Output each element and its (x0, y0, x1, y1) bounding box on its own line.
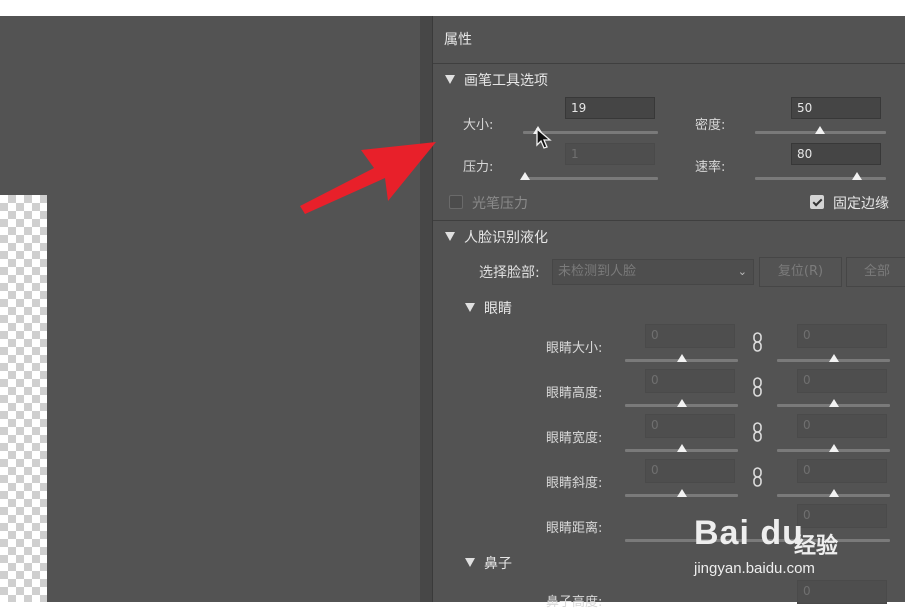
eye-height-label: 眼睛高度: (546, 386, 603, 401)
canvas-area[interactable] (0, 16, 420, 602)
chain-link-icon[interactable] (751, 467, 765, 487)
chain-link-icon[interactable] (751, 422, 765, 442)
separator (433, 63, 905, 64)
density-label: 密度: (695, 118, 726, 133)
pressure-slider-track[interactable] (523, 177, 658, 180)
triangle-down-icon (465, 303, 475, 312)
nose-height-label: 鼻子高度: (546, 595, 603, 610)
face-liquify-header[interactable]: 人脸识别液化 (445, 227, 548, 247)
rate-slider-track[interactable] (755, 177, 886, 180)
density-slider-thumb[interactable] (815, 126, 825, 134)
eye-size-label: 眼睛大小: (546, 341, 603, 356)
eye-tilt-left-thumb[interactable] (677, 489, 687, 497)
select-face-dropdown[interactable]: 未检测到人脸 ⌄ (552, 259, 754, 285)
face-liquify-title: 人脸识别液化 (464, 230, 548, 246)
eye-size-left-thumb[interactable] (677, 354, 687, 362)
mouse-pointer-icon (536, 128, 552, 149)
eye-size-right-thumb[interactable] (829, 354, 839, 362)
chain-link-icon[interactable] (751, 377, 765, 397)
stylus-pressure-label: 光笔压力 (472, 196, 528, 212)
eye-height-right-field[interactable]: 0 (797, 369, 887, 393)
panel-title[interactable]: 属性 (433, 26, 472, 54)
all-button[interactable]: 全部 (846, 257, 905, 287)
pressure-slider-thumb[interactable] (520, 172, 530, 180)
pin-edges-label: 固定边缘 (833, 196, 889, 212)
eye-width-right-thumb[interactable] (829, 444, 839, 452)
chevron-down-icon: ⌄ (737, 265, 747, 278)
eyes-title: 眼睛 (484, 301, 512, 317)
watermark-cn: 经验 (794, 534, 839, 559)
eye-width-right-field[interactable]: 0 (797, 414, 887, 438)
eye-height-left-field[interactable]: 0 (645, 369, 735, 393)
size-field[interactable]: 19 (565, 97, 655, 119)
triangle-down-icon (465, 558, 475, 567)
reset-button[interactable]: 复位(R) (759, 257, 842, 287)
eye-tilt-right-field[interactable]: 0 (797, 459, 887, 483)
select-face-value: 未检测到人脸 (558, 264, 637, 279)
eyes-header[interactable]: 眼睛 (465, 298, 512, 318)
eye-width-left-field[interactable]: 0 (645, 414, 735, 438)
rate-field[interactable]: 80 (791, 143, 881, 165)
eye-height-right-thumb[interactable] (829, 399, 839, 407)
eye-tilt-right-thumb[interactable] (829, 489, 839, 497)
brush-options-title: 画笔工具选项 (464, 73, 548, 89)
triangle-down-icon (445, 75, 455, 84)
watermark-url: jingyan.baidu.com (694, 560, 815, 577)
eye-distance-label: 眼睛距离: (546, 521, 603, 536)
pin-edges-checkbox[interactable] (810, 195, 824, 209)
pressure-label: 压力: (463, 160, 494, 175)
nose-title: 鼻子 (484, 556, 512, 572)
eye-size-left-field[interactable]: 0 (645, 324, 735, 348)
rate-slider-thumb[interactable] (852, 172, 862, 180)
density-field[interactable]: 50 (791, 97, 881, 119)
size-label: 大小: (463, 118, 494, 133)
eye-height-left-thumb[interactable] (677, 399, 687, 407)
separator (433, 220, 905, 221)
eye-size-right-field[interactable]: 0 (797, 324, 887, 348)
brush-options-header[interactable]: 画笔工具选项 (445, 70, 548, 90)
eye-width-left-thumb[interactable] (677, 444, 687, 452)
nose-header[interactable]: 鼻子 (465, 553, 512, 573)
baidu-watermark: Bai du 经验 jingyan.baidu.com (690, 508, 900, 588)
pressure-field[interactable]: 1 (565, 143, 655, 165)
eye-tilt-label: 眼睛斜度: (546, 476, 603, 491)
eye-tilt-left-field[interactable]: 0 (645, 459, 735, 483)
transparent-canvas (0, 195, 47, 602)
eye-width-label: 眼睛宽度: (546, 431, 603, 446)
stylus-pressure-checkbox[interactable] (449, 195, 463, 209)
top-strip (0, 0, 905, 16)
triangle-down-icon (445, 232, 455, 241)
rate-label: 速率: (695, 160, 726, 175)
panel-divider[interactable] (420, 16, 432, 602)
baidu-logo: Bai du (694, 514, 804, 552)
select-face-label: 选择脸部: (479, 265, 540, 281)
chain-link-icon[interactable] (751, 332, 765, 352)
